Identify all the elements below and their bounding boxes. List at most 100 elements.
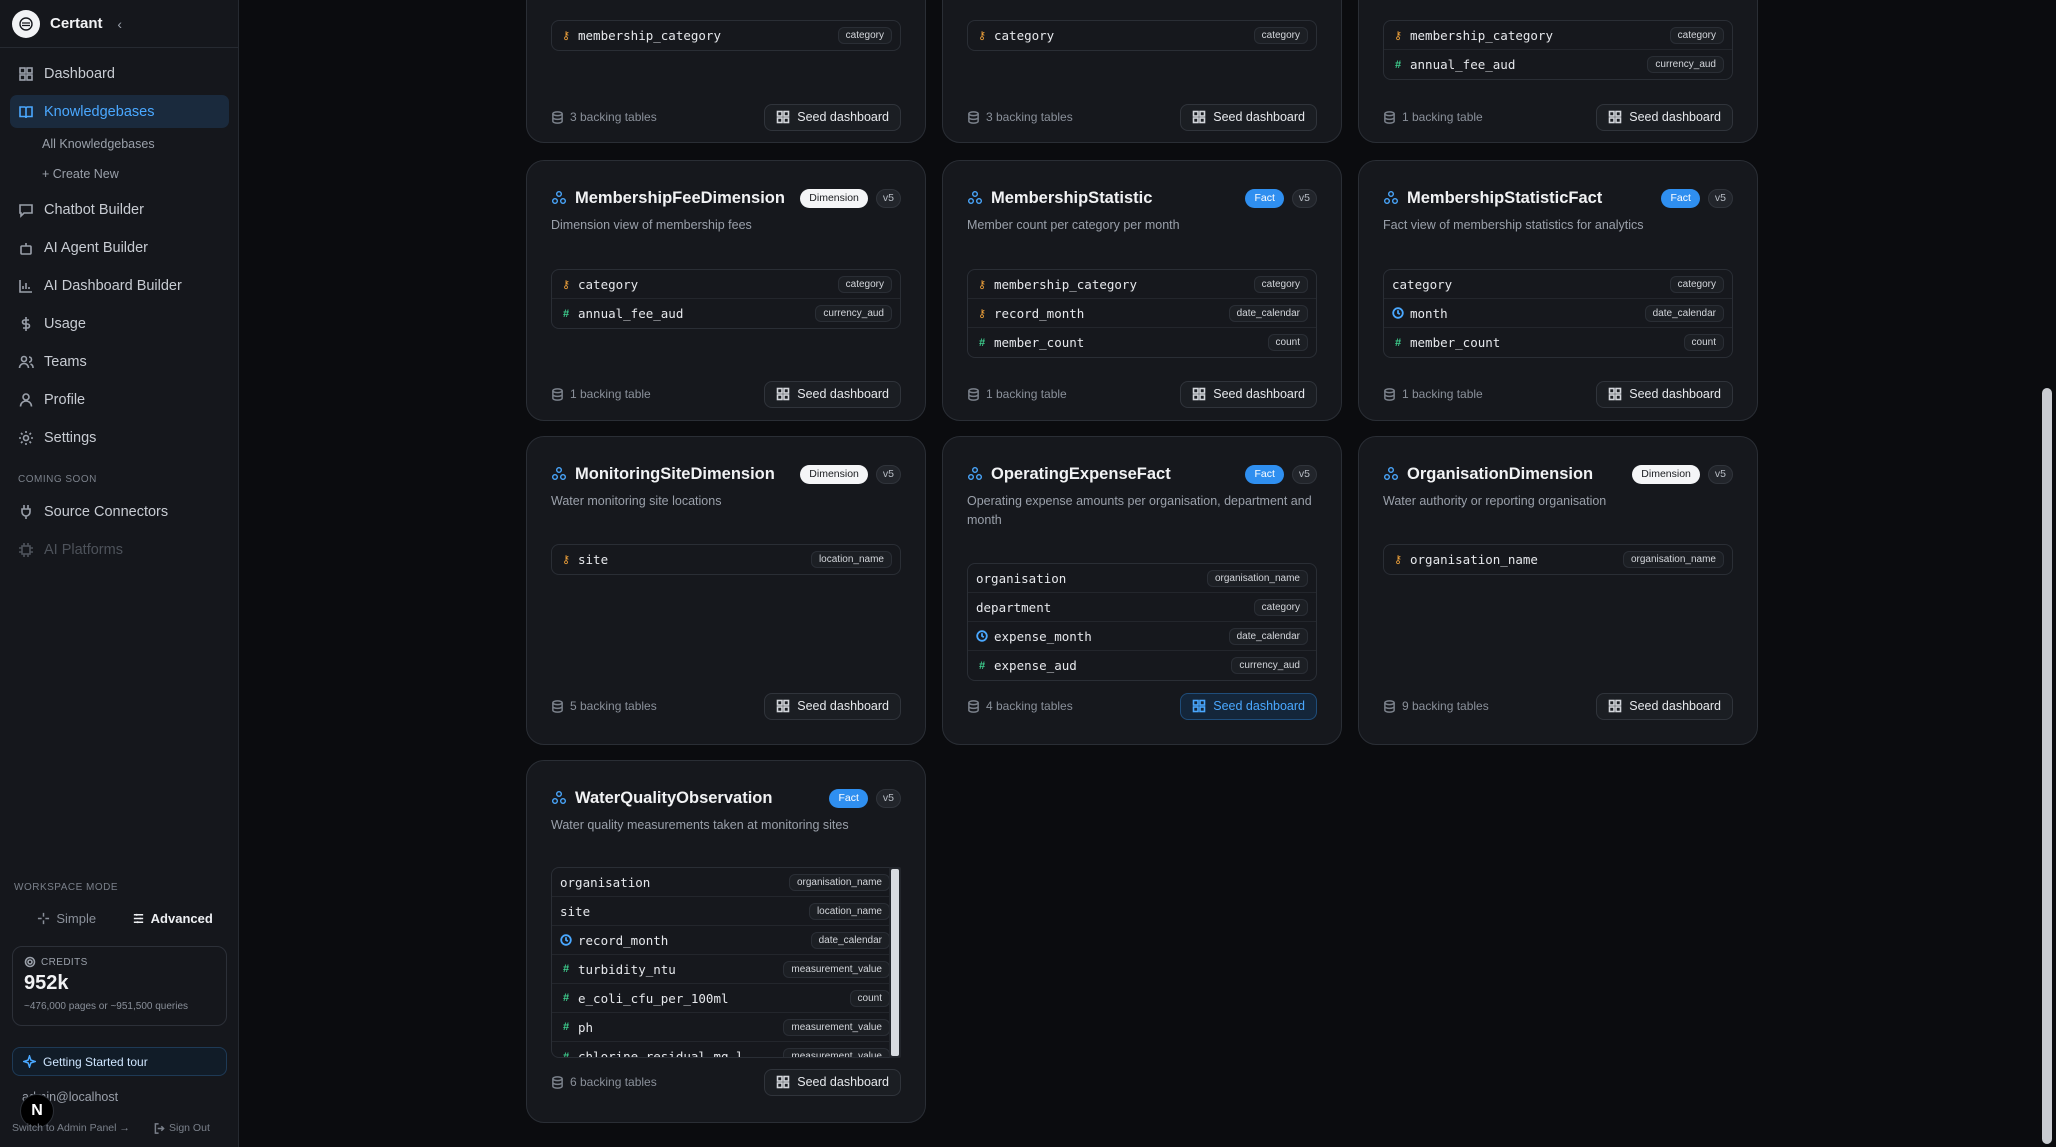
backing-tables: 4 backing tables <box>967 699 1073 713</box>
seed-dashboard-label: Seed dashboard <box>1629 387 1721 401</box>
sidebar-item-dashboard[interactable]: Dashboard <box>10 57 229 90</box>
field-row: ⚷ membership_category category <box>552 21 900 50</box>
field-type-badge: category <box>1669 275 1724 293</box>
getting-started-tour-button[interactable]: Getting Started tour <box>12 1047 227 1076</box>
dashboard-grid-icon <box>776 1075 790 1089</box>
semantic-model-card[interactable]: ⚷ membership_category category 3 backing ta… <box>526 0 926 143</box>
dollar-icon <box>21 316 31 331</box>
field-list: category category month date_calendar # membe… <box>1383 269 1733 358</box>
seed-dashboard-label: Seed dashboard <box>1213 699 1305 713</box>
seed-dashboard-button[interactable]: Seed dashboard <box>1180 103 1317 131</box>
seed-dashboard-button[interactable]: Seed dashboard <box>764 380 901 408</box>
semantic-model-card[interactable]: ⚷ membership_category category # annual_fee_… <box>1358 0 1758 143</box>
field-row: ⚷ category category <box>552 270 900 299</box>
switch-admin-panel-link[interactable]: Switch to Admin Panel → <box>12 1122 130 1134</box>
semantic-model-card[interactable]: ⚷ category category 3 backing tables Seed da… <box>942 0 1342 143</box>
sign-out-button[interactable]: Sign Out <box>154 1122 210 1134</box>
seed-dashboard-button[interactable]: Seed dashboard <box>764 692 901 720</box>
field-list[interactable]: organisation organisation_name site locatio… <box>551 867 899 1058</box>
field-name: category <box>578 276 639 292</box>
sidebar-item-profile[interactable]: Profile <box>10 383 229 416</box>
card-title[interactable]: WaterQualityObservation <box>575 789 772 808</box>
backing-tables-text: 6 backing tables <box>570 1075 657 1089</box>
semantic-model-card[interactable]: MonitoringSiteDimension Dimension v5 Water … <box>526 436 926 745</box>
seed-dashboard-button[interactable]: Seed dashboard <box>1596 380 1733 408</box>
key-icon: ⚷ <box>977 307 987 320</box>
credits-value: 952k <box>24 972 69 994</box>
card-title[interactable]: MembershipStatistic <box>991 189 1152 208</box>
seed-dashboard-button[interactable]: Seed dashboard <box>1180 380 1317 408</box>
semantic-model-card[interactable]: MembershipFeeDimension Dimension v5 Dimensi… <box>526 160 926 421</box>
model-cube-icon <box>1384 467 1398 480</box>
database-icon <box>1384 110 1395 124</box>
card-badges: Dimension v5 <box>1632 464 1733 484</box>
sidebar-item-usage[interactable]: Usage <box>10 307 229 340</box>
field-row: record_month date_calendar <box>552 926 898 955</box>
card-footer: 5 backing tables Seed dashboard <box>551 692 901 720</box>
card-header: OrganisationDimension Dimension v5 <box>1383 463 1733 485</box>
seed-dashboard-button[interactable]: Seed dashboard <box>764 1068 901 1096</box>
mode-simple-button[interactable]: Simple <box>14 903 120 933</box>
scrollbar-thumb[interactable] <box>891 869 899 1056</box>
backing-tables-text: 4 backing tables <box>986 699 1073 713</box>
seed-dashboard-label: Seed dashboard <box>1213 110 1305 124</box>
book-icon <box>19 105 33 118</box>
model-kind-badge: Fact <box>829 788 868 808</box>
semantic-model-card[interactable]: MembershipStatisticFact Fact v5 Fact view o… <box>1358 160 1758 421</box>
dashboard-grid-icon <box>1192 699 1206 713</box>
seed-dashboard-button[interactable]: Seed dashboard <box>1596 692 1733 720</box>
field-row: # chlorine_residual_mg_l measurement_value <box>552 1042 898 1057</box>
field-type-badge: category <box>837 27 892 44</box>
hash-icon: # <box>562 1021 570 1033</box>
field-type-badge: category <box>837 275 892 293</box>
semantic-model-card[interactable]: MembershipStatistic Fact v5 Member count pe… <box>942 160 1342 421</box>
semantic-model-card[interactable]: OperatingExpenseFact Fact v5 Operating expe… <box>942 436 1342 745</box>
backing-tables-text: 9 backing tables <box>1402 699 1489 713</box>
sidebar-item-ai-agent-builder[interactable]: AI Agent Builder <box>10 231 229 264</box>
collapse-sidebar-button[interactable]: ‹ <box>117 16 122 32</box>
sidebar-item-label: Chatbot Builder <box>44 201 144 218</box>
page-scrollbar[interactable] <box>2042 388 2052 1144</box>
seed-dashboard-button[interactable]: Seed dashboard <box>1596 103 1733 131</box>
mode-advanced-button[interactable]: Advanced <box>120 903 226 933</box>
sidebar-item-settings[interactable]: Settings <box>10 421 229 454</box>
database-icon <box>552 699 563 713</box>
card-title[interactable]: OrganisationDimension <box>1407 465 1593 484</box>
card-description: Water quality measurements taken at moni… <box>551 818 849 832</box>
field-row: category category <box>1384 270 1732 299</box>
card-footer: 9 backing tables Seed dashboard <box>1383 692 1733 720</box>
sidebar-subitem-all-knowledgebases[interactable]: All Knowledgebases <box>42 133 239 155</box>
field-name: e_coli_cfu_per_100ml <box>578 990 729 1006</box>
semantic-model-card[interactable]: OrganisationDimension Dimension v5 Water au… <box>1358 436 1758 745</box>
seed-dashboard-button[interactable]: Seed dashboard <box>764 103 901 131</box>
sidebar-item-chatbot-builder[interactable]: Chatbot Builder <box>10 193 229 226</box>
card-header: MembershipStatisticFact Fact v5 <box>1383 187 1733 209</box>
brand-header: Certant ‹ <box>0 0 238 48</box>
card-title[interactable]: MembershipStatisticFact <box>1407 189 1602 208</box>
field-row: ⚷ membership_category category <box>968 270 1316 299</box>
seed-dashboard-button[interactable]: Seed dashboard <box>1180 692 1317 720</box>
certant-logo[interactable] <box>12 9 40 38</box>
model-kind-badge: Fact <box>1661 188 1700 208</box>
backing-tables: 1 backing table <box>1383 387 1483 401</box>
backing-tables-text: 3 backing tables <box>986 110 1073 124</box>
card-title[interactable]: MembershipFeeDimension <box>575 189 785 208</box>
database-icon <box>1384 387 1395 401</box>
semantic-model-card[interactable]: WaterQualityObservation Fact v5 Water quali… <box>526 760 926 1123</box>
field-type-badge: count <box>1683 334 1724 351</box>
sidebar-item-label: AI Dashboard Builder <box>44 277 182 294</box>
field-name: annual_fee_aud <box>1410 57 1516 72</box>
card-title[interactable]: OperatingExpenseFact <box>991 465 1171 484</box>
credits-label-text: CREDITS <box>41 956 88 968</box>
sidebar-item-knowledgebases[interactable]: Knowledgebases <box>10 95 229 128</box>
field-list-scrollbar[interactable] <box>889 867 901 1058</box>
model-cube-icon <box>552 791 566 804</box>
sidebar-subitem-create-new[interactable]: + Create New <box>42 163 239 185</box>
card-title[interactable]: MonitoringSiteDimension <box>575 465 775 484</box>
sidebar-item-teams[interactable]: Teams <box>10 345 229 378</box>
sign-out-icon <box>154 1122 165 1134</box>
field-row: month date_calendar <box>1384 299 1732 328</box>
field-type-badge: category <box>1253 27 1308 44</box>
sidebar-item-ai-dashboard-builder[interactable]: AI Dashboard Builder <box>10 269 229 302</box>
sidebar-item-source-connectors[interactable]: Source Connectors <box>10 495 229 528</box>
